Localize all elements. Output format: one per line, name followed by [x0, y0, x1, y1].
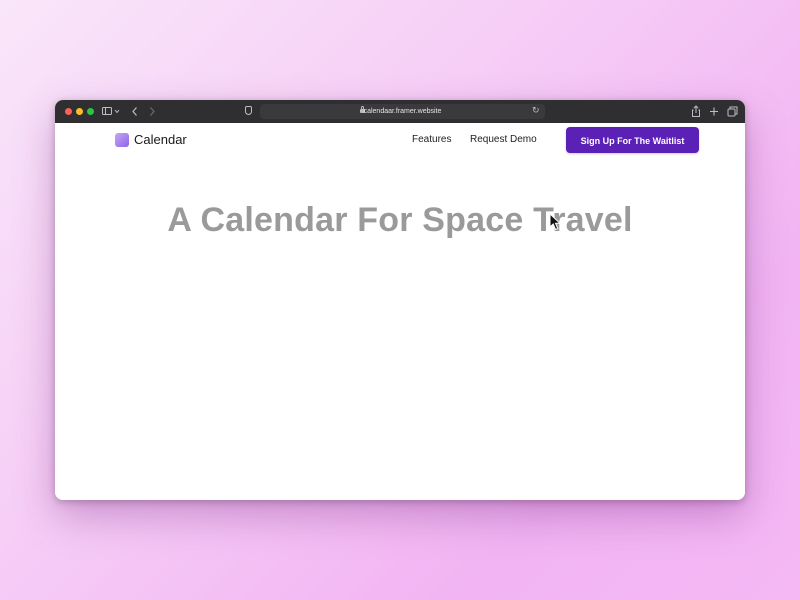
shield-icon[interactable] [245, 106, 252, 115]
zoom-window-button[interactable] [87, 108, 94, 115]
chevron-right-icon[interactable] [146, 104, 158, 119]
logo-icon[interactable] [115, 133, 129, 147]
nav-link-features[interactable]: Features [412, 133, 451, 147]
close-window-button[interactable] [65, 108, 72, 115]
nav-link-request-demo[interactable]: Request Demo [470, 133, 537, 147]
minimize-window-button[interactable] [76, 108, 83, 115]
browser-window: calendaar.framer.website ↻ Calendar Feat… [55, 100, 745, 500]
sign-up-waitlist-button[interactable]: Sign Up For The Waitlist [566, 127, 699, 153]
brand-name[interactable]: Calendar [134, 131, 187, 149]
url-text[interactable]: calendaar.framer.website [260, 104, 545, 119]
browser-toolbar: calendaar.framer.website ↻ [55, 100, 745, 123]
mouse-cursor-icon [549, 213, 562, 231]
share-icon[interactable] [689, 104, 703, 119]
address-bar[interactable]: calendaar.framer.website ↻ [260, 104, 545, 119]
plus-icon[interactable] [707, 104, 721, 119]
web-page: Calendar Features Request Demo Sign Up F… [55, 123, 745, 500]
reload-icon[interactable]: ↻ [532, 104, 540, 119]
chevron-left-icon[interactable] [129, 104, 141, 119]
tabs-overview-icon[interactable] [725, 104, 739, 119]
hero-title: A Calendar For Space Travel [167, 201, 633, 239]
sidebar-icon[interactable] [100, 104, 122, 119]
